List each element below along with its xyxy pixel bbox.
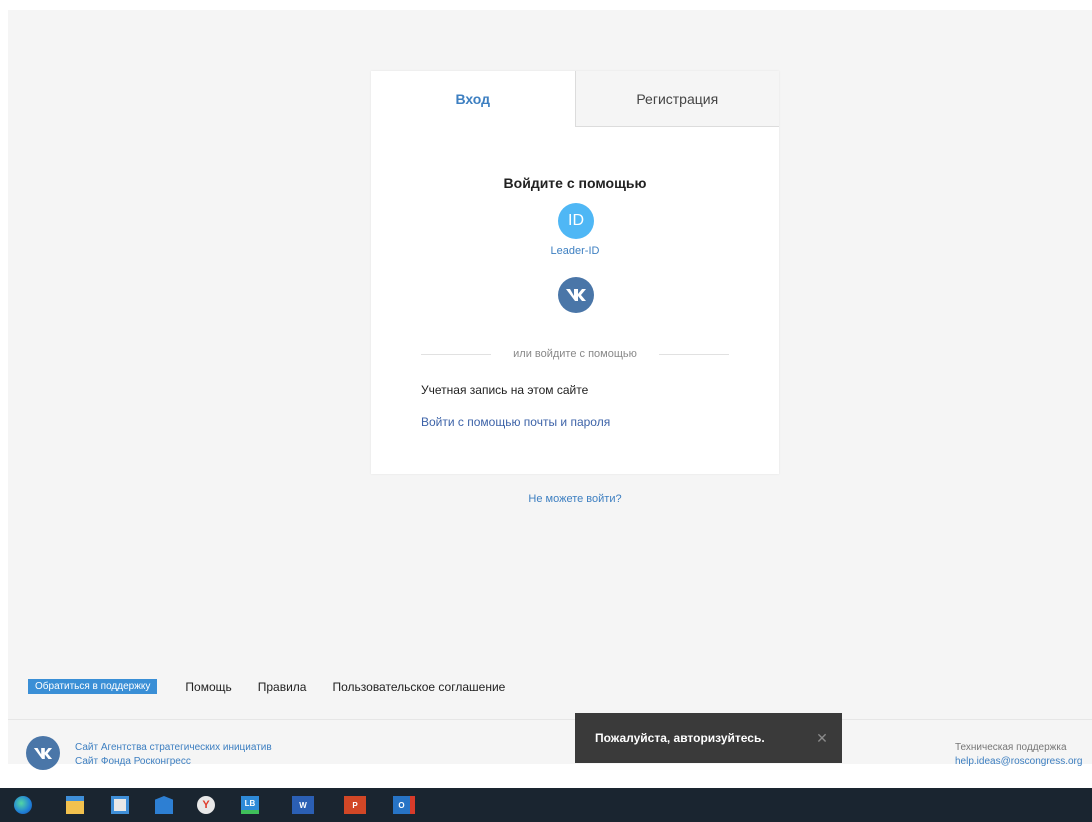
- cant-login-link[interactable]: Не можете войти?: [371, 493, 779, 505]
- powerpoint-icon[interactable]: P: [344, 796, 366, 814]
- divider-line-left: [421, 353, 492, 355]
- mail-icon[interactable]: [155, 796, 173, 814]
- leader-id-button[interactable]: ID: [558, 203, 594, 239]
- leader-id-icon: ID: [568, 212, 584, 229]
- support-info: Техническая поддержка help.ideas@roscong…: [955, 741, 1092, 769]
- vk-login-button[interactable]: [558, 277, 594, 313]
- app-lb-icon[interactable]: LB: [241, 796, 259, 814]
- yandex-browser-icon[interactable]: Y: [197, 796, 215, 814]
- roscongress-site-link[interactable]: Сайт Фонда Росконгресс: [75, 755, 272, 769]
- support-button[interactable]: Обратиться в поддержку: [28, 679, 158, 694]
- login-title: Войдите с помощью: [503, 175, 647, 191]
- file-explorer-icon[interactable]: [66, 796, 84, 814]
- footer-links: Сайт Агентства стратегических инициатив …: [75, 741, 272, 769]
- user-agreement-link[interactable]: Пользовательское соглашение: [332, 680, 505, 694]
- support-label: Техническая поддержка: [955, 742, 1067, 753]
- footer-nav: Обратиться в поддержку Помощь Правила По…: [28, 679, 505, 694]
- divider-text: или войдите с помощью: [513, 348, 637, 360]
- footer-divider: [8, 719, 1092, 720]
- close-icon[interactable]: ✕: [802, 730, 842, 747]
- leader-id-label[interactable]: Leader-ID: [371, 245, 779, 257]
- outlook-icon[interactable]: O: [393, 796, 415, 814]
- rules-link[interactable]: Правила: [258, 680, 307, 694]
- auth-toast: Пожалуйста, авторизуйтесь. ✕: [575, 713, 842, 763]
- vk-icon: [33, 747, 53, 759]
- toast-message: Пожалуйста, авторизуйтесь.: [595, 731, 765, 745]
- footer-vk-button[interactable]: [26, 736, 60, 770]
- email-login-link[interactable]: Войти с помощью почты и пароля: [421, 415, 610, 429]
- login-card: Вход Регистрация Войдите с помощью ID Le…: [371, 71, 779, 474]
- asi-site-link[interactable]: Сайт Агентства стратегических инициатив: [75, 741, 272, 755]
- store-icon[interactable]: [111, 796, 129, 814]
- auth-tabs: Вход Регистрация: [371, 71, 779, 127]
- tab-register[interactable]: Регистрация: [574, 71, 779, 127]
- support-email-link[interactable]: help.ideas@roscongress.org: [955, 755, 1092, 769]
- help-link[interactable]: Помощь: [185, 680, 231, 694]
- divider-line-right: [658, 353, 729, 355]
- divider: или войдите с помощью: [421, 347, 729, 361]
- tab-login[interactable]: Вход: [371, 71, 575, 127]
- vk-icon: [566, 289, 586, 301]
- site-account-label: Учетная запись на этом сайте: [421, 383, 589, 397]
- edge-icon[interactable]: [14, 796, 32, 814]
- word-icon[interactable]: W: [292, 796, 314, 814]
- taskbar: Y LB W P O: [0, 788, 1092, 822]
